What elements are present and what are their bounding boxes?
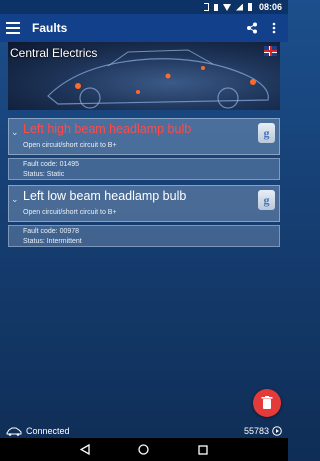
fault-status: Status: Intermittent: [23, 237, 82, 245]
overflow-menu-icon[interactable]: [266, 20, 282, 36]
car-icon: [6, 427, 22, 436]
fault-item[interactable]: ⌄ Left high beam headlamp bulb Open circ…: [8, 118, 280, 155]
google-search-icon[interactable]: g: [258, 123, 275, 143]
fault-code: Fault code: 00978: [23, 228, 80, 235]
chevron-icon: ⌄: [11, 194, 19, 204]
fault-description: Open circuit/short circuit to B+: [23, 209, 117, 216]
page-title: Faults: [32, 21, 68, 35]
hamburger-menu-icon[interactable]: [6, 22, 20, 34]
clock: 08:06: [258, 2, 282, 12]
fault-status: Status: Static: [23, 170, 65, 178]
fault-name: Left low beam headlamp bulb: [23, 189, 187, 203]
fault-details: Fault code: 00978 Status: Intermittent: [8, 225, 280, 247]
share-icon[interactable]: [244, 20, 260, 36]
fault-description: Open circuit/short circuit to B+: [23, 142, 117, 149]
wifi-icon: [222, 3, 231, 11]
google-search-icon[interactable]: g: [258, 190, 275, 210]
chevron-icon: ⌄: [11, 127, 19, 137]
recents-icon[interactable]: [196, 443, 210, 457]
back-icon[interactable]: [78, 443, 92, 457]
delete-icon: [261, 396, 273, 409]
vibrate-icon: [213, 3, 218, 11]
system-nav-bar: [0, 438, 288, 461]
fault-details: Fault code: 01495 Status: Static: [8, 158, 280, 180]
battery-icon: [247, 3, 252, 11]
bluetooth-icon: [203, 3, 209, 11]
home-icon[interactable]: [137, 443, 151, 457]
play-circle-icon: [272, 426, 282, 436]
fault-name: Left high beam headlamp bulb: [23, 122, 192, 136]
module-title: Central Electrics: [10, 46, 98, 60]
connection-text: Connected: [26, 426, 70, 436]
cellular-icon: [235, 3, 243, 11]
module-banner: Central Electrics: [8, 42, 280, 110]
app-bar: Faults: [0, 14, 288, 42]
status-bar: 08:06: [0, 0, 288, 14]
counter-value: 55783: [243, 426, 269, 436]
delete-button[interactable]: [253, 389, 281, 417]
connection-status-bar: Connected 55783: [0, 424, 288, 438]
fault-code: Fault code: 01495: [23, 161, 80, 168]
uk-flag-icon[interactable]: [264, 46, 277, 56]
fault-item[interactable]: ⌄ Left low beam headlamp bulb Open circu…: [8, 185, 280, 222]
